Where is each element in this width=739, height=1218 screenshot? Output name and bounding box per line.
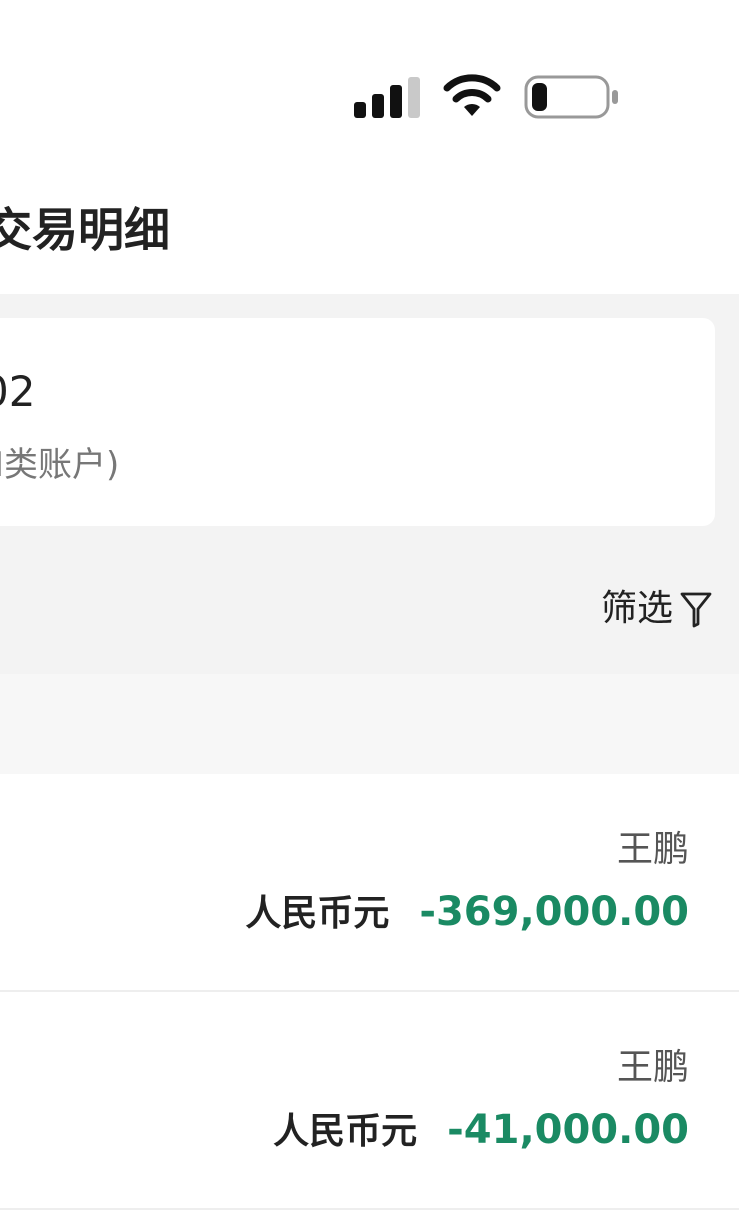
amount-row: 人民币元 -369,000.00 xyxy=(245,884,689,936)
account-number: 02 xyxy=(0,367,36,416)
account-card[interactable] xyxy=(0,318,715,526)
cellular-signal-icon xyxy=(354,76,424,118)
currency-label: 人民币元 xyxy=(273,1111,418,1152)
transaction-amount: -41,000.00 xyxy=(447,1107,689,1153)
transaction-amount: -369,000.00 xyxy=(419,889,689,935)
list-header-band xyxy=(0,674,739,774)
account-type: I类账户) xyxy=(0,445,120,485)
counterparty-name: 王鹏 xyxy=(616,829,689,870)
transaction-row[interactable]: 王鹏 人民币元 -41,000.00 xyxy=(0,992,739,1210)
currency-label: 人民币元 xyxy=(245,893,390,934)
transaction-row[interactable]: 王鹏 人民币元 -369,000.00 xyxy=(0,774,739,992)
wifi-icon xyxy=(443,74,501,116)
row-divider xyxy=(0,1208,739,1210)
battery-icon xyxy=(524,75,618,119)
filter-label: 筛选 xyxy=(600,588,673,629)
filter-button[interactable]: 筛选 xyxy=(601,584,713,634)
page-title: 交易明细 xyxy=(0,203,170,257)
status-bar xyxy=(0,0,739,160)
filter-icon xyxy=(680,592,712,628)
amount-row: 人民币元 -41,000.00 xyxy=(273,1102,689,1154)
counterparty-name: 王鹏 xyxy=(616,1047,689,1088)
